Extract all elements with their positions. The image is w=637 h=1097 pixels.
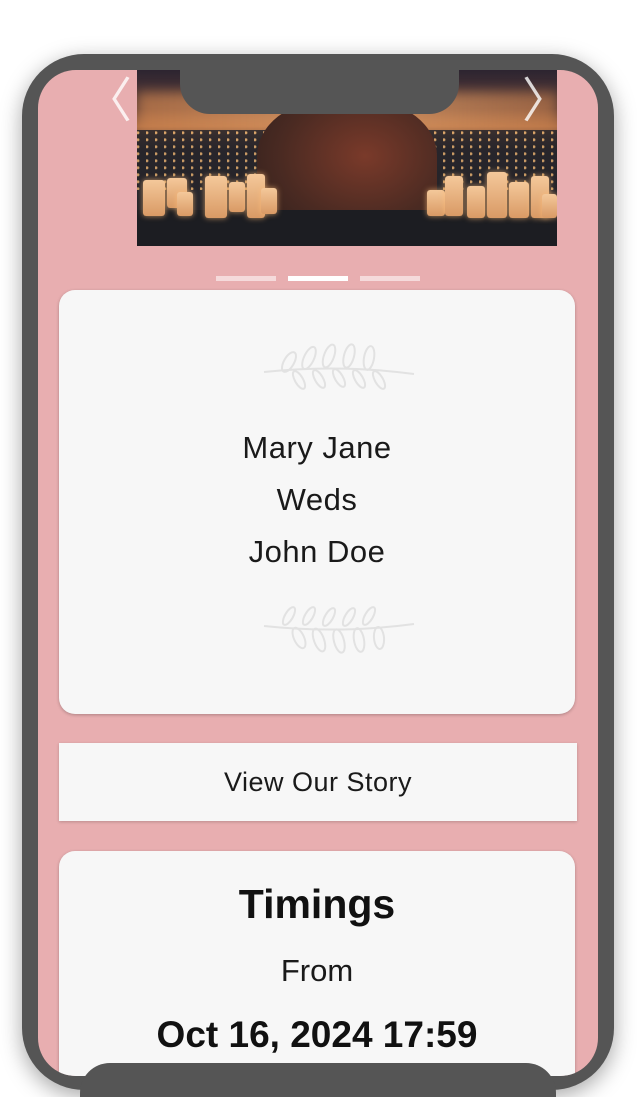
view-our-story-button[interactable]: View Our Story bbox=[59, 743, 577, 821]
phone-bottom-bezel bbox=[80, 1063, 556, 1097]
groom-name: John Doe bbox=[248, 534, 386, 569]
carousel-indicator[interactable] bbox=[360, 276, 420, 281]
timings-card: Timings From Oct 16, 2024 17:59 bbox=[59, 851, 575, 1076]
couple-card: Mary Jane Weds John Doe bbox=[59, 290, 575, 714]
leaf-ornament-bottom-icon bbox=[263, 606, 415, 654]
bride-name: Mary Jane bbox=[242, 430, 392, 465]
phone-notch bbox=[180, 70, 459, 114]
carousel-indicators bbox=[216, 276, 422, 282]
chevron-right-icon: 〉 bbox=[522, 73, 571, 129]
chevron-left-icon: 〈 bbox=[84, 73, 133, 129]
weds-text: Weds bbox=[276, 482, 358, 517]
timings-from-label: From bbox=[280, 953, 354, 988]
timings-title: Timings bbox=[238, 881, 396, 927]
leaf-ornament-top-icon bbox=[263, 343, 415, 390]
carousel-indicator-active[interactable] bbox=[288, 276, 348, 281]
carousel-prev-button[interactable]: 〈 bbox=[84, 76, 132, 126]
carousel-indicator[interactable] bbox=[216, 276, 276, 281]
carousel-next-button[interactable]: 〉 bbox=[522, 76, 570, 126]
timings-start-datetime: Oct 16, 2024 17:59 bbox=[156, 1014, 478, 1055]
phone-screen: 〈 〉 Mary Jane Weds John Doe View Our Sto… bbox=[38, 70, 598, 1076]
